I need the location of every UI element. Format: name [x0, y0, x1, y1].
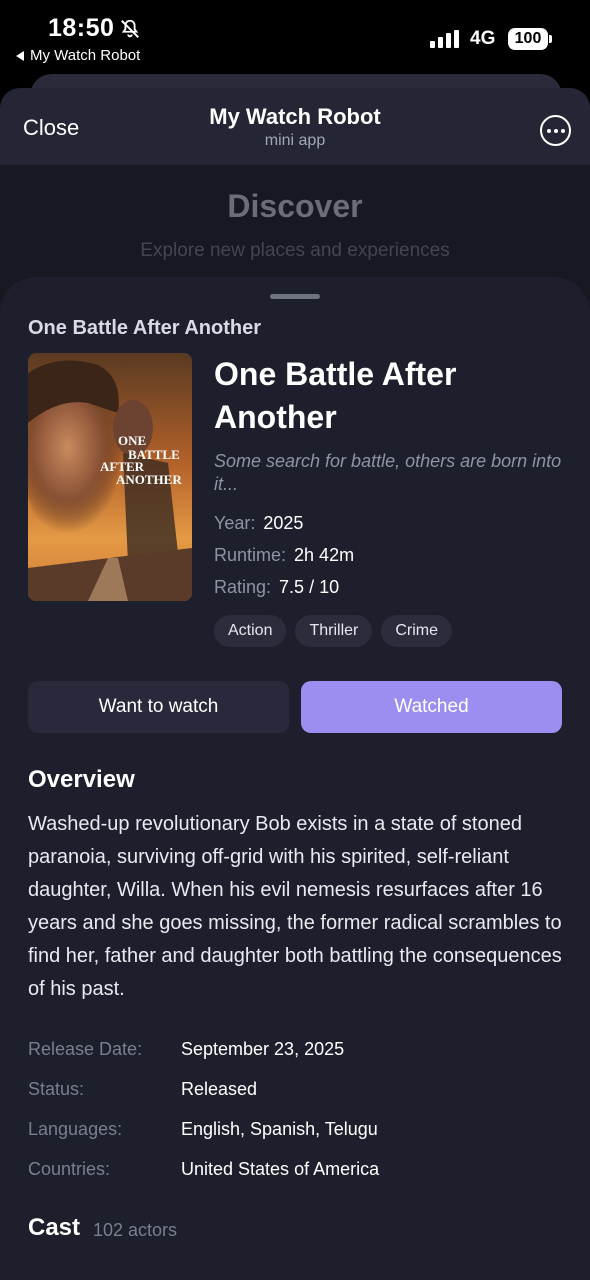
page-title: Discover — [227, 188, 363, 224]
more-options-icon[interactable] — [540, 115, 571, 146]
bell-muted-icon — [121, 19, 139, 38]
detail-value: September 23, 2025 — [181, 1039, 345, 1059]
meta-label: Runtime: — [214, 545, 287, 565]
mini-app-header: Close My Watch Robot mini app — [0, 88, 590, 165]
cast-count: 102 actors — [93, 1220, 178, 1240]
battery-tip — [549, 35, 552, 43]
battery-level: 100 — [514, 30, 542, 47]
poster-title-line: ANOTHER — [116, 472, 182, 487]
meta-value: 2025 — [263, 513, 304, 533]
cast-heading: Cast — [28, 1214, 81, 1241]
genre-list: Action Thriller Crime — [214, 615, 453, 647]
battery-icon: 100 — [508, 28, 548, 50]
app-subtitle: mini app — [264, 132, 326, 149]
meta-year: Year: 2025 — [214, 513, 303, 534]
app-title: My Watch Robot — [209, 104, 381, 129]
meta-label: Year: — [214, 513, 256, 533]
page-subtitle: Explore new places and experiences — [140, 240, 450, 261]
meta-label: Rating: — [214, 577, 272, 597]
genre-chip[interactable]: Action — [214, 615, 287, 647]
overview-text: Washed-up revolutionary Bob exists in a … — [28, 813, 562, 1000]
want-to-watch-button[interactable]: Want to watch — [28, 681, 289, 733]
meta-value: 7.5 / 10 — [279, 577, 340, 597]
status-time: 18:50 — [48, 14, 115, 42]
movie-poster: ONE BATTLE AFTER ANOTHER — [28, 353, 192, 601]
meta-value: 2h 42m — [294, 545, 355, 565]
back-to-app-link[interactable]: My Watch Robot — [16, 47, 140, 64]
detail-row-status: Status: Released — [28, 1079, 257, 1100]
back-app-label: My Watch Robot — [30, 47, 141, 64]
sheet-heading: One Battle After Another — [28, 317, 261, 339]
movie-tagline: Some search for battle, others are born … — [214, 451, 562, 494]
detail-label: Languages: — [28, 1119, 123, 1139]
detail-value: United States of America — [181, 1159, 380, 1179]
detail-value: English, Spanish, Telugu — [181, 1119, 378, 1139]
back-arrow-icon — [16, 50, 24, 61]
overview-heading: Overview — [28, 766, 135, 793]
meta-rating: Rating: 7.5 / 10 — [214, 577, 339, 598]
signal-icon — [430, 30, 459, 48]
status-bar: 18:50 My Watch Robot 4G 100 — [0, 0, 590, 75]
detail-label: Status: — [28, 1079, 85, 1099]
detail-row-languages: Languages: English, Spanish, Telugu — [28, 1119, 378, 1140]
network-type: 4G — [470, 28, 496, 49]
movie-title: One Battle After Another — [214, 356, 457, 435]
watched-button[interactable]: Watched — [301, 681, 562, 733]
sheet-drag-handle[interactable] — [270, 294, 320, 299]
detail-label: Countries: — [28, 1159, 111, 1179]
genre-chip[interactable]: Crime — [381, 615, 453, 647]
meta-runtime: Runtime: 2h 42m — [214, 545, 354, 566]
genre-chip[interactable]: Thriller — [295, 615, 373, 647]
poster-title-line: ONE — [118, 433, 146, 448]
detail-label: Release Date: — [28, 1039, 143, 1059]
detail-row-countries: Countries: United States of America — [28, 1159, 379, 1180]
detail-row-release-date: Release Date: September 23, 2025 — [28, 1039, 344, 1060]
poster-image: ONE BATTLE AFTER ANOTHER — [28, 353, 192, 601]
detail-value: Released — [181, 1079, 258, 1099]
